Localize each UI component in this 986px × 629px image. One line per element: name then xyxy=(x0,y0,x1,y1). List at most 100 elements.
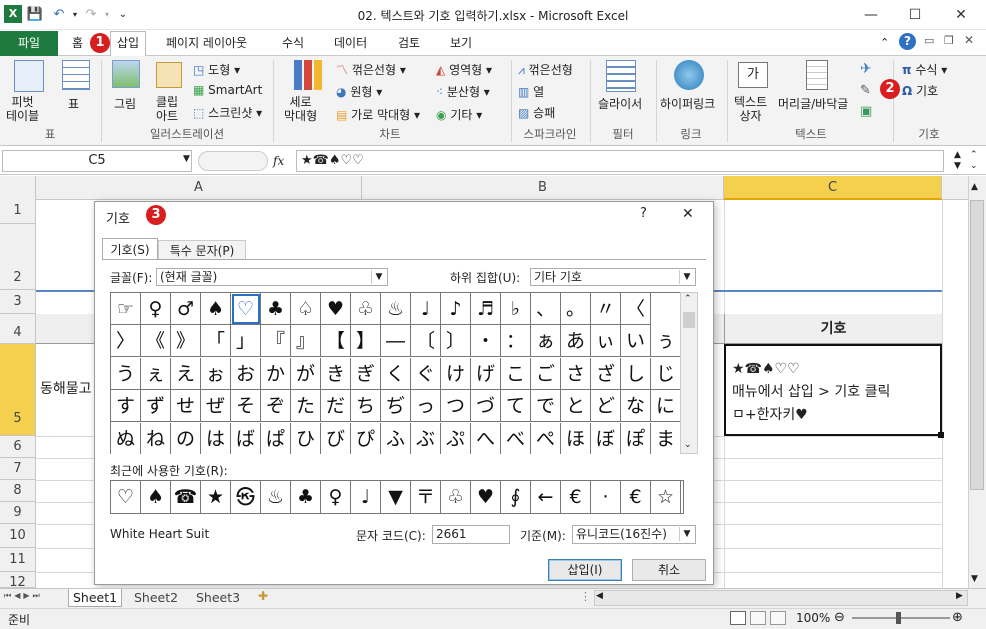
symbol-cell[interactable]: の xyxy=(171,422,201,454)
hyperlink-button[interactable]: 하이퍼링크 xyxy=(660,95,715,112)
symbol-grid[interactable]: ☞ ♀ ♂ ♠ ♡ ♣ ♤ ♥ ♧ ♨ ♩ ♪ ♬ ♭、。〃〈〉《》「」『』【】 ― 〔〕・：ぁあぃいぅうぇえ… xyxy=(110,292,680,454)
smartart-button[interactable]: ▦ SmartArt xyxy=(193,83,262,97)
symbol-cell[interactable]: う xyxy=(111,357,141,390)
symbol-cell[interactable]: ざ xyxy=(591,357,621,390)
symbol-cell[interactable]: 《 xyxy=(141,325,171,358)
symbol-cell[interactable]: き xyxy=(321,357,351,390)
symbol-cell[interactable]: べ xyxy=(501,422,531,454)
formula-bar-resize[interactable] xyxy=(198,151,268,171)
symbol-cell[interactable]: そ xyxy=(231,390,261,423)
symbol-cell[interactable]: ぎ xyxy=(351,357,381,390)
textbox-button[interactable]: 텍스트 상자 xyxy=(734,95,767,123)
grid-scroll-up-icon[interactable]: ⌃ xyxy=(684,294,692,304)
from-select[interactable]: 유니코드(16진수) ▼ xyxy=(572,525,696,544)
symbol-cell[interactable]: ― xyxy=(381,325,411,358)
row-header-11[interactable]: 11 xyxy=(0,548,36,572)
symbol-cell[interactable]: て xyxy=(501,390,531,423)
symbol-cell[interactable]: ♨ xyxy=(381,293,411,325)
symbol-cell[interactable]: ぅ xyxy=(651,325,680,358)
symbol-cell[interactable]: ♤ xyxy=(291,293,321,325)
char-code-input[interactable]: 2661 xyxy=(432,525,510,544)
column-header-c[interactable]: C xyxy=(724,176,942,200)
symbol-cell[interactable]: ぺ xyxy=(531,422,561,454)
symbol-cell[interactable]: に xyxy=(651,390,680,423)
grid-scroll-down-icon[interactable]: ⌄ xyxy=(684,440,692,450)
hyperlink-icon[interactable] xyxy=(674,60,704,90)
tab-file[interactable]: 파일 xyxy=(0,31,58,56)
sheet-tab-1[interactable]: Sheet1 xyxy=(68,589,123,607)
symbol-cell[interactable]: 『 xyxy=(261,325,291,358)
symbol-cell[interactable]: ☞ xyxy=(111,293,141,325)
cancel-button[interactable]: 취소 xyxy=(632,559,706,581)
symbol-cell[interactable]: っ xyxy=(411,390,441,423)
symbol-cell[interactable]: 、 xyxy=(531,293,561,325)
zoom-slider-thumb[interactable] xyxy=(896,612,901,624)
fill-handle[interactable] xyxy=(938,432,944,438)
symbol-cell[interactable]: く xyxy=(381,357,411,390)
symbol-cell[interactable]: た xyxy=(291,390,321,423)
symbol-cell[interactable]: で xyxy=(531,390,561,423)
symbol-cell[interactable]: ぴ xyxy=(351,422,381,454)
symbol-cell[interactable]: ぜ xyxy=(201,390,231,423)
pivot-table-icon[interactable] xyxy=(14,60,44,92)
shapes-button[interactable]: ◳ 도형 ▾ xyxy=(193,61,240,78)
zoom-out-icon[interactable]: ⊖ xyxy=(834,610,845,625)
symbol-cell[interactable]: ♡ xyxy=(231,293,261,325)
column-header-b[interactable]: B xyxy=(362,176,724,200)
table-button[interactable]: 표 xyxy=(68,95,79,112)
symbol-cell[interactable]: ： xyxy=(501,325,531,358)
dialog-help-button[interactable]: ? xyxy=(640,206,647,221)
header-footer-button[interactable]: 머리글/바닥글 xyxy=(778,95,848,112)
table-icon[interactable] xyxy=(62,60,90,90)
symbol-cell[interactable]: ぞ xyxy=(261,390,291,423)
clipart-icon[interactable] xyxy=(156,62,182,88)
other-chart-button[interactable]: ◉ 기타 ▾ xyxy=(436,106,482,123)
row-header-8[interactable]: 8 xyxy=(0,480,36,502)
recent-symbol-cell[interactable]: ♩ xyxy=(351,481,381,513)
bar-chart-button[interactable]: ▤ 가로 막대형 ▾ xyxy=(336,106,420,123)
formula-bar-expand-button[interactable]: ⌃ ⌄ xyxy=(970,150,984,172)
symbol-cell[interactable]: つ xyxy=(441,390,471,423)
symbol-cell[interactable]: じ xyxy=(651,358,680,390)
row-header-6[interactable]: 6 xyxy=(0,436,36,458)
symbol-cell[interactable]: 「 xyxy=(201,325,231,358)
dialog-close-button[interactable]: ✕ xyxy=(682,206,694,222)
recent-symbols-row[interactable]: ♡ ♠ ☎ ★ ㉿ ♨ ♣ ♀ ♩ ▼ 〒 ♧ ♥ ∮ ← € · € ☆ xyxy=(110,480,684,514)
symbol-cell[interactable]: ♧ xyxy=(351,293,381,325)
symbol-cell[interactable]: ♂ xyxy=(171,293,201,325)
symbol-cell[interactable]: ♬ xyxy=(471,293,501,325)
slicer-icon[interactable] xyxy=(606,60,636,92)
subset-select[interactable]: 기타 기호 ▼ xyxy=(530,268,696,286)
recent-symbol-cell[interactable]: ☎ xyxy=(171,481,201,513)
close-window-icon[interactable]: ✕ xyxy=(946,4,976,26)
symbol-cell[interactable]: ♭ xyxy=(501,293,531,325)
symbol-cell[interactable]: づ xyxy=(471,390,501,423)
symbol-cell[interactable]: せ xyxy=(171,390,201,423)
symbol-cell[interactable]: ほ xyxy=(561,422,591,454)
symbol-cell[interactable]: ふ xyxy=(381,422,411,454)
symbol-cell[interactable]: が xyxy=(291,357,321,390)
sheet-nav-arrows-icon[interactable]: ⏮◀▶⏭ xyxy=(4,591,43,601)
scatter-chart-button[interactable]: ⁖ 분산형 ▾ xyxy=(436,83,490,100)
symbol-cell[interactable]: ま xyxy=(651,423,680,454)
symbol-cell[interactable]: だ xyxy=(321,390,351,423)
symbol-cell[interactable]: 』 xyxy=(291,325,321,358)
sparkline-winloss-button[interactable]: ▨ 승패 xyxy=(518,104,555,121)
symbol-cell[interactable]: げ xyxy=(471,357,501,390)
area-chart-button[interactable]: ◭ 영역형 ▾ xyxy=(436,61,492,78)
tab-home[interactable]: 홈 xyxy=(66,34,89,56)
row-header-9[interactable]: 9 xyxy=(0,502,36,524)
symbol-cell[interactable]: す xyxy=(111,390,141,423)
grid-scroll-thumb[interactable] xyxy=(683,312,695,328)
row-header-4[interactable]: 4 xyxy=(0,314,36,344)
tab-insert[interactable]: 삽입 xyxy=(110,31,147,57)
pie-chart-button[interactable]: ◕ 원형 ▾ xyxy=(336,83,382,100)
column-chart-button[interactable]: 세로 막대형 xyxy=(284,95,317,123)
recent-symbol-cell[interactable]: · xyxy=(591,481,621,513)
recent-symbol-cell[interactable]: ㉿ xyxy=(231,481,261,513)
cell-a5[interactable]: 동해물고 xyxy=(40,378,92,398)
symbol-cell[interactable]: へ xyxy=(471,422,501,454)
maximize-icon[interactable]: ☐ xyxy=(900,4,930,26)
signature-icon[interactable]: ✎ xyxy=(860,83,871,98)
recent-symbol-cell[interactable]: ♧ xyxy=(441,481,471,513)
